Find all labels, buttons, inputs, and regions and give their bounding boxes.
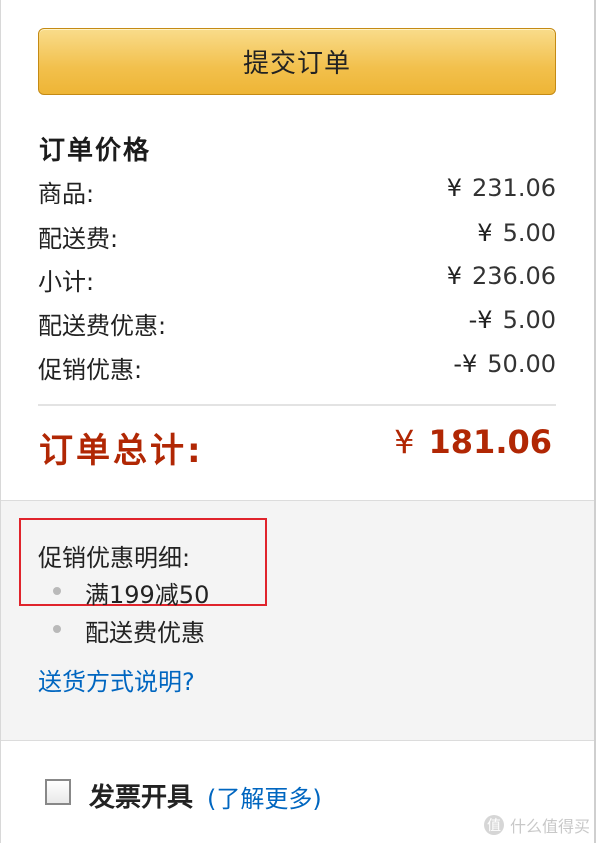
currency-symbol: ¥: [446, 262, 463, 290]
price-row-subtotal: 小计: ¥236.06: [38, 262, 556, 302]
order-total-label: 订单总计:: [39, 431, 204, 471]
price-row-value: ¥231.06: [447, 174, 556, 202]
learn-more-link[interactable]: (了解更多): [207, 779, 322, 814]
submit-order-button[interactable]: 提交订单: [38, 28, 556, 95]
price-row-shipping: 配送费: ¥5.00: [38, 219, 556, 259]
price-row-value: -¥ 50.00: [453, 350, 556, 378]
price-row-items: 商品: ¥231.06: [38, 174, 556, 214]
currency-symbol: ¥: [394, 423, 415, 461]
currency-symbol: ¥: [446, 174, 463, 202]
order-summary-panel: 提交订单 订单价格 商品: ¥231.06 配送费: ¥5.00 小计: ¥23…: [0, 0, 596, 843]
order-total-value: ¥181.06: [394, 423, 552, 461]
price-amount: 50.00: [487, 350, 556, 378]
invoice-label: 发票开具: [89, 783, 194, 813]
divider: [38, 404, 556, 406]
price-amount: 5.00: [502, 219, 556, 247]
price-row-label: 促销优惠:: [38, 356, 143, 384]
price-row-value: -¥ 5.00: [469, 306, 556, 334]
price-row-label: 配送费优惠:: [38, 312, 167, 340]
promotion-item: 满199减50: [85, 581, 210, 609]
promotion-details-heading: 促销优惠明细:: [38, 544, 191, 572]
price-amount: 231.06: [472, 174, 556, 202]
promotion-item: 配送费优惠: [85, 619, 205, 647]
invoice-checkbox[interactable]: [45, 779, 71, 805]
shipping-method-link[interactable]: 送货方式说明?: [38, 662, 195, 697]
price-row-promo-discount: 促销优惠: -¥ 50.00: [38, 350, 556, 390]
bullet-icon: [53, 625, 61, 633]
watermark-text: 什么值得买: [509, 817, 590, 836]
price-row-shipping-discount: 配送费优惠: -¥ 5.00: [38, 306, 556, 346]
currency-symbol: ¥: [477, 219, 493, 247]
price-amount: 5.00: [502, 306, 556, 334]
order-total-amount: 181.06: [428, 423, 552, 461]
price-amount: 236.06: [472, 262, 556, 290]
price-row-label: 商品:: [38, 180, 95, 208]
watermark-logo-icon: 值: [483, 815, 504, 835]
watermark: 值 什么值得买: [483, 813, 590, 837]
order-price-heading: 订单价格: [39, 136, 152, 166]
price-row-label: 配送费:: [38, 225, 119, 253]
price-section: 提交订单 订单价格 商品: ¥231.06 配送费: ¥5.00 小计: ¥23…: [1, 0, 594, 500]
price-row-value: ¥236.06: [447, 262, 556, 290]
currency-symbol: -¥: [468, 306, 493, 334]
price-row-value: ¥5.00: [477, 219, 556, 247]
currency-symbol: -¥: [453, 350, 478, 378]
price-row-label: 小计:: [38, 268, 95, 296]
bullet-icon: [53, 587, 61, 595]
